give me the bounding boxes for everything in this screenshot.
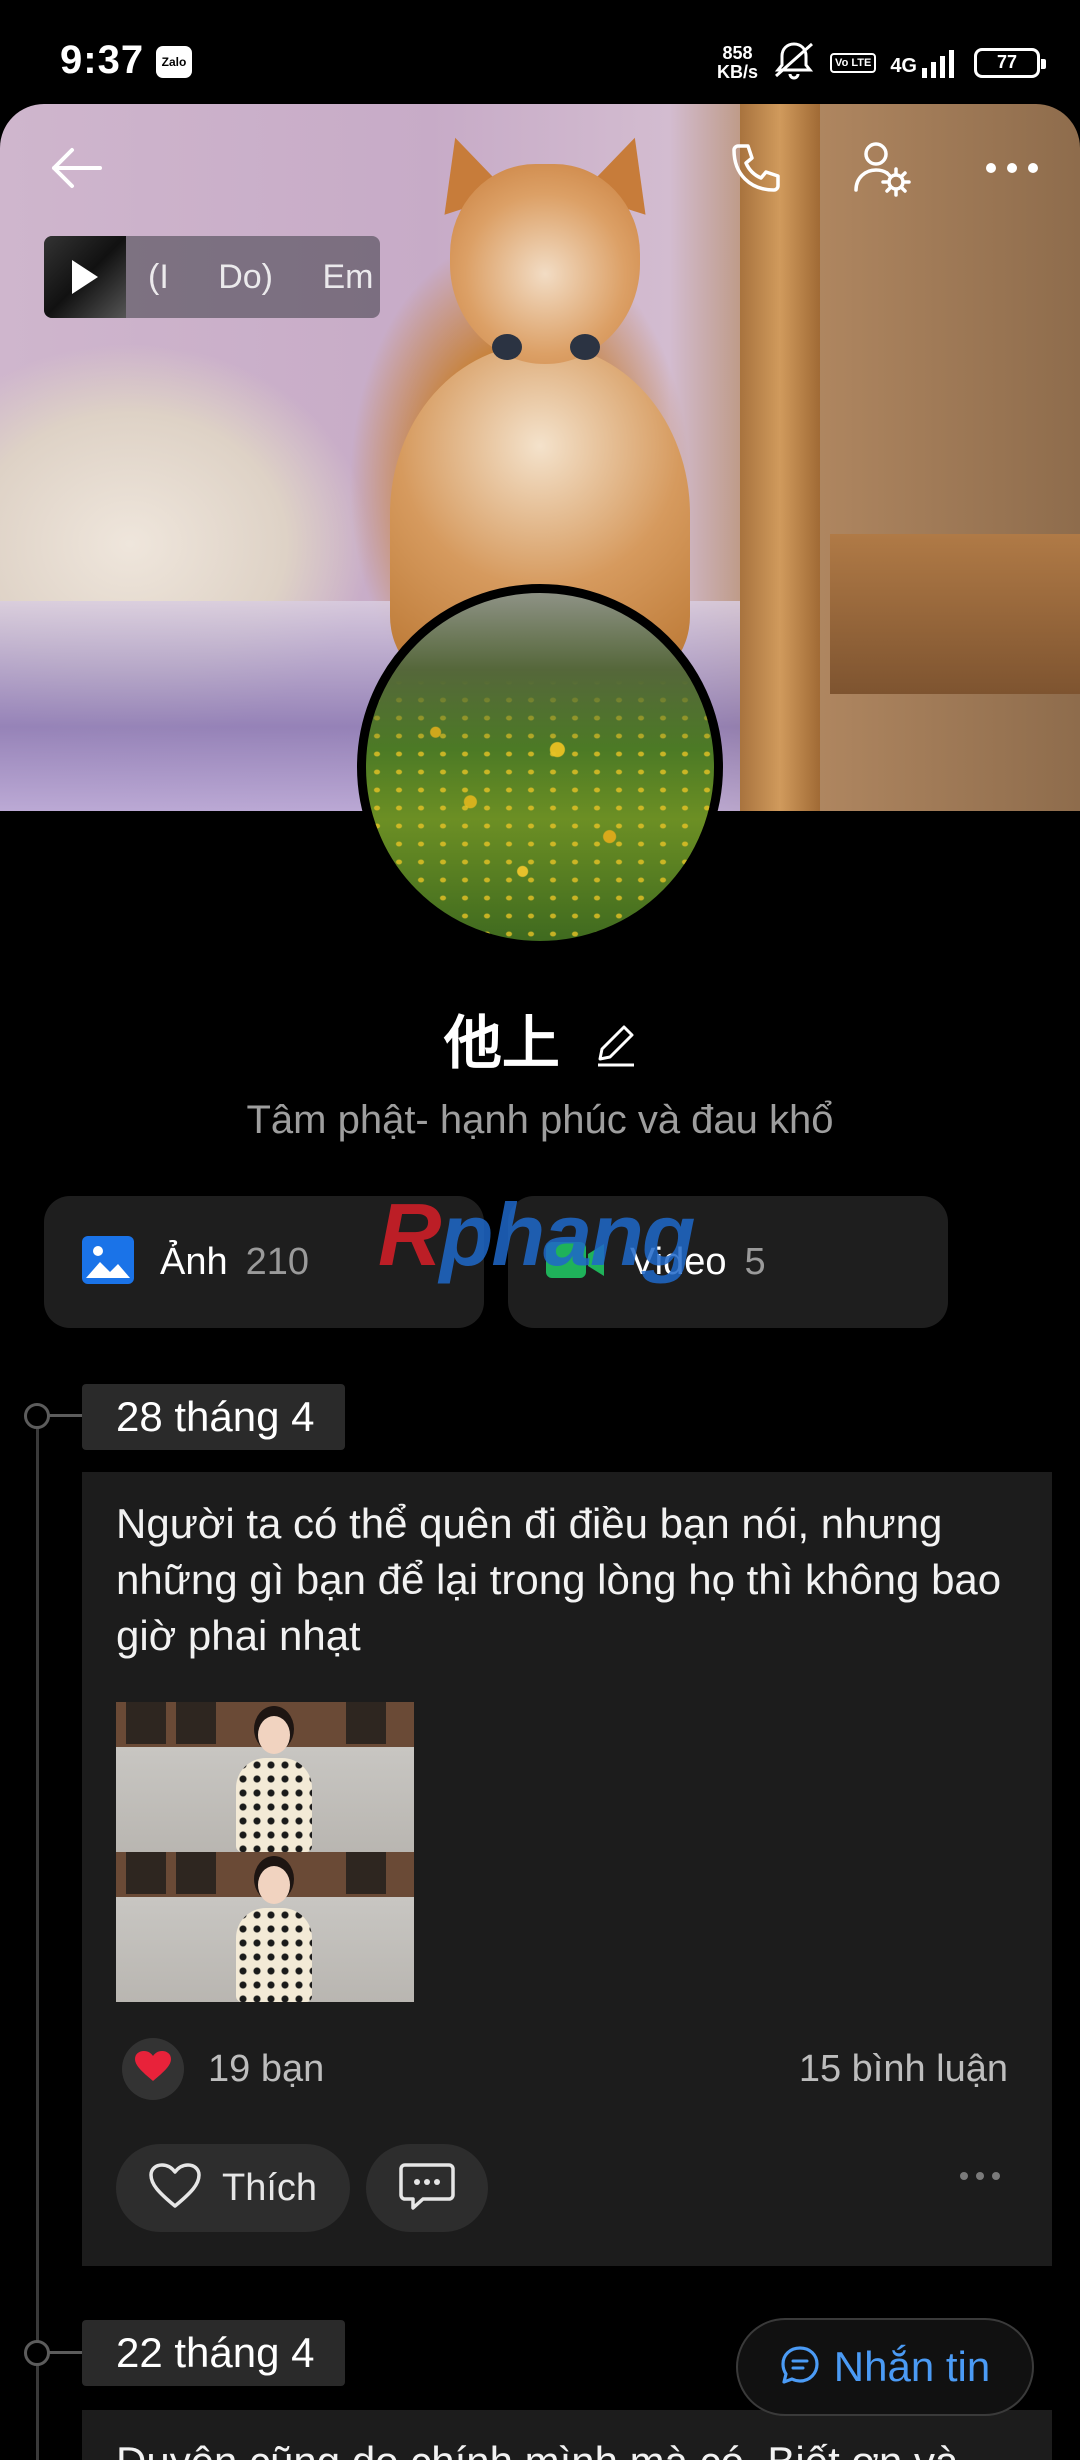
network-speed: 858 KB/s bbox=[717, 42, 759, 82]
network-speed-value: 858 bbox=[722, 42, 753, 63]
photo-bg-window bbox=[346, 1702, 386, 1744]
more-options-button[interactable] bbox=[976, 134, 1048, 206]
profile-name: 他上 bbox=[0, 996, 1080, 1081]
photos-label: Ảnh bbox=[160, 1240, 228, 1283]
more-horizontal-icon bbox=[984, 161, 1040, 180]
photo-bg-window bbox=[126, 1702, 166, 1744]
heart-reaction-icon bbox=[135, 2050, 171, 2088]
post-date-chip: 28 tháng 4 bbox=[82, 1384, 345, 1450]
play-icon[interactable] bbox=[72, 260, 98, 294]
post-photo[interactable] bbox=[116, 1702, 414, 1852]
music-title: (I Do) Em bbox=[148, 257, 374, 296]
like-label: Thích bbox=[222, 2166, 318, 2209]
reaction-count[interactable]: 19 bạn bbox=[208, 2048, 324, 2091]
comment-button[interactable] bbox=[366, 2144, 488, 2232]
timeline-dot bbox=[24, 2340, 107, 2366]
photo-face bbox=[258, 1716, 290, 1754]
photo-bg-window bbox=[176, 1852, 216, 1894]
comment-bubble-icon bbox=[399, 2161, 455, 2216]
like-button[interactable]: Thích bbox=[116, 2144, 350, 2232]
timeline-post[interactable]: Người ta có thể quên đi điều bạn nói, nh… bbox=[82, 1472, 1052, 2266]
post-photo[interactable] bbox=[116, 1852, 414, 2002]
status-icons: 858 KB/s Vo LTE 4G 77 bbox=[717, 40, 1046, 85]
post-text: Người ta có thể quên đi điều bạn nói, nh… bbox=[116, 1500, 1002, 1659]
signal-icon: 4G bbox=[890, 48, 960, 78]
profile-name-text: 他上 bbox=[443, 1011, 560, 1076]
phone-icon bbox=[724, 140, 780, 201]
post-date-chip: 22 tháng 4 bbox=[82, 2320, 345, 2386]
post-more-button[interactable] bbox=[960, 2172, 1000, 2180]
avatar[interactable] bbox=[357, 584, 723, 950]
status-time: 9:37 bbox=[60, 38, 145, 82]
comment-count[interactable]: 15 bình luận bbox=[799, 2048, 1008, 2091]
user-settings-icon bbox=[852, 138, 912, 203]
send-message-label: Nhắn tin bbox=[833, 2343, 991, 2390]
watermark-logo: Rphang bbox=[378, 1184, 696, 1286]
network-speed-unit: KB/s bbox=[717, 61, 759, 82]
photo-bg-window bbox=[176, 1702, 216, 1744]
photo-bg-window bbox=[126, 1852, 166, 1894]
photo-face bbox=[258, 1866, 290, 1904]
dot bbox=[976, 2172, 984, 2180]
photos-count: 210 bbox=[245, 1240, 310, 1283]
mute-icon bbox=[772, 40, 816, 85]
post-text: Duyên cũng do chính mình mà có. Biết ơn … bbox=[116, 2438, 958, 2460]
photo-person bbox=[236, 1856, 312, 2002]
photo-dress bbox=[236, 1758, 312, 1852]
dot bbox=[992, 2172, 1000, 2180]
profile-settings-button[interactable] bbox=[846, 134, 918, 206]
back-button[interactable] bbox=[40, 134, 112, 206]
photo-bg-window bbox=[346, 1852, 386, 1894]
pencil-icon[interactable] bbox=[596, 1014, 636, 1081]
battery-icon: 77 bbox=[974, 47, 1046, 78]
status-bar: 9:37 Zalo 858 KB/s Vo LTE 4G 77 bbox=[0, 0, 1080, 104]
chat-icon bbox=[780, 2345, 820, 2390]
send-message-button[interactable]: Nhắn tin bbox=[736, 2318, 1034, 2416]
music-album-art bbox=[44, 236, 126, 318]
back-arrow-icon bbox=[48, 146, 104, 195]
network-type: 4G bbox=[890, 54, 917, 77]
timeline-dot bbox=[24, 1403, 107, 1429]
watermark-first-letter: R bbox=[378, 1185, 442, 1284]
zalo-notification-icon: Zalo bbox=[156, 46, 192, 78]
call-button[interactable] bbox=[716, 134, 788, 206]
cover-wood-post bbox=[740, 104, 820, 811]
avatar-flowers bbox=[366, 593, 714, 941]
dot bbox=[960, 2172, 968, 2180]
photo-person bbox=[236, 1706, 312, 1852]
photo-dress bbox=[236, 1908, 312, 2002]
profile-music-player[interactable]: (I Do) Em bbox=[44, 236, 380, 318]
volte-badge: Vo LTE bbox=[830, 52, 877, 73]
watermark-rest: phang bbox=[439, 1185, 696, 1284]
timeline-post[interactable]: Duyên cũng do chính mình mà có. Biết ơn … bbox=[82, 2410, 1052, 2460]
reaction-summary[interactable] bbox=[122, 2038, 184, 2100]
profile-bio: Tâm phật- hạnh phúc và đau khổ bbox=[246, 1098, 834, 1142]
cat-eye-right bbox=[570, 334, 600, 360]
cat-eye-left bbox=[492, 334, 522, 360]
image-icon bbox=[82, 1235, 134, 1289]
videos-count: 5 bbox=[744, 1240, 766, 1283]
heart-outline-icon bbox=[148, 2162, 202, 2215]
cat-face bbox=[450, 164, 640, 364]
timeline-line bbox=[36, 1416, 39, 2460]
cover-wood-shelf bbox=[830, 534, 1080, 694]
